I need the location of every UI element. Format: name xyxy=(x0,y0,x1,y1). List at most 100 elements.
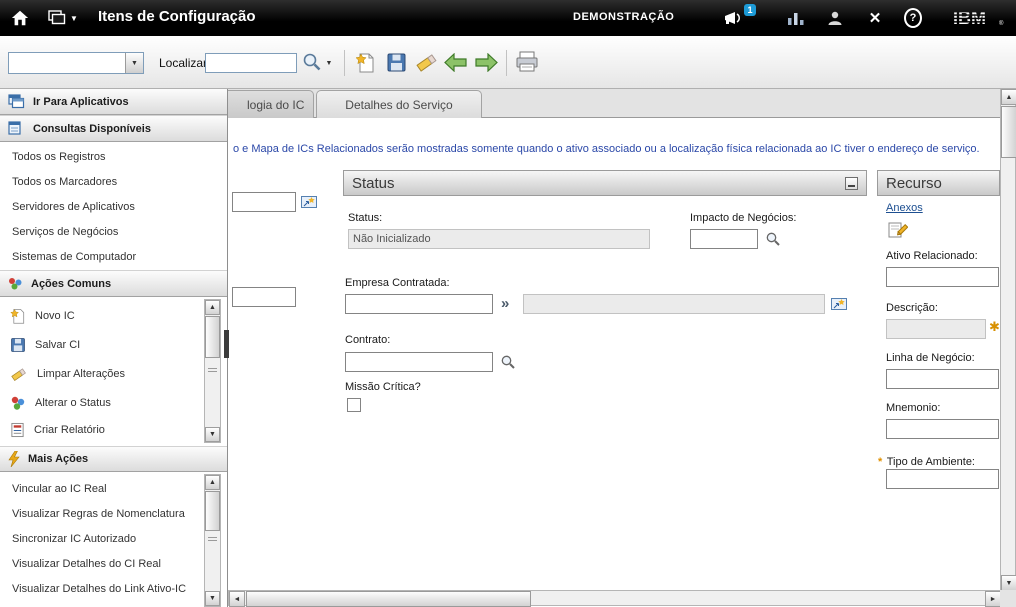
contract-label: Contrato: xyxy=(345,334,390,346)
sidebar-action-visualizar-regras[interactable]: Visualizar Regras de Nomenclatura xyxy=(0,501,216,526)
ci-hidden-field-1[interactable] xyxy=(232,192,296,212)
common-actions-scrollbar[interactable]: ▲ ▼ xyxy=(204,299,221,443)
horizontal-scrollbar[interactable]: ◄ ► xyxy=(228,590,1000,606)
common-actions-icon xyxy=(8,276,23,291)
search-dropdown-icon[interactable]: ▼ xyxy=(324,58,334,68)
home-icon[interactable] xyxy=(10,9,30,27)
toolbar-separator xyxy=(344,50,345,76)
sidebar-item-servicos-de-negocios[interactable]: Serviços de Negócios xyxy=(0,219,239,244)
more-actions-scrollbar[interactable]: ▲ ▼ xyxy=(204,474,221,607)
contracted-company-input[interactable] xyxy=(345,294,493,314)
mission-critical-checkbox[interactable] xyxy=(347,398,361,412)
query-combobox-value xyxy=(9,53,125,73)
vertical-scrollbar[interactable]: ▲ ▼ xyxy=(1000,88,1016,590)
sidebar-splitter-handle[interactable] xyxy=(224,330,229,358)
business-impact-input[interactable] xyxy=(690,229,758,249)
business-line-input[interactable] xyxy=(886,369,999,389)
related-asset-input[interactable] xyxy=(886,267,999,287)
environment-type-row: * Tipo de Ambiente: xyxy=(878,452,975,470)
attachments-link[interactable]: Anexos xyxy=(886,202,923,214)
go-to-icon[interactable]: » xyxy=(501,296,509,311)
sidebar-section-more-actions[interactable]: Mais Ações xyxy=(0,446,227,472)
next-record-icon[interactable] xyxy=(474,51,499,73)
clear-changes-icon[interactable] xyxy=(414,50,440,74)
sidebar-action-criar-relatorio[interactable]: Criar Relatório xyxy=(0,417,214,443)
sidebar-section-go-to[interactable]: Ir Para Aplicativos xyxy=(0,88,227,115)
attachments-icon[interactable] xyxy=(888,220,908,239)
scroll-down-icon[interactable]: ▼ xyxy=(205,427,220,442)
new-record-icon[interactable] xyxy=(353,50,377,74)
find-input[interactable] xyxy=(205,53,297,73)
long-description-icon[interactable]: ✱ xyxy=(989,320,1000,333)
scroll-thumb[interactable] xyxy=(205,491,220,531)
sidebar-action-sincronizar-ic[interactable]: Sincronizar IC Autorizado xyxy=(0,526,216,551)
sidebar-action-detalhes-ci-real[interactable]: Visualizar Detalhes do CI Real xyxy=(0,551,216,576)
scroll-up-icon[interactable]: ▲ xyxy=(205,300,220,315)
sidebar-item-sistemas-de-computador[interactable]: Sistemas de Computador xyxy=(0,244,239,269)
sidebar-menu: Ir Para Aplicativos Consultas Disponívei… xyxy=(0,88,228,607)
sidebar-item-label: Todos os Marcadores xyxy=(12,176,117,188)
query-combobox[interactable]: ▼ xyxy=(8,52,144,74)
help-icon[interactable]: ? xyxy=(904,9,922,27)
profile-icon[interactable] xyxy=(826,9,844,27)
scroll-down-icon[interactable]: ▼ xyxy=(205,591,220,606)
sidebar-action-limpar-alteracoes[interactable]: Limpar Alterações xyxy=(0,359,214,388)
sidebar-section-queries[interactable]: Consultas Disponíveis xyxy=(0,115,227,142)
search-icon[interactable] xyxy=(301,51,323,73)
sidebar-item-todos-os-registros[interactable]: Todos os Registros xyxy=(0,144,239,169)
scroll-left-icon[interactable]: ◄ xyxy=(229,591,245,607)
resource-section-header: Recurso xyxy=(877,170,1000,196)
sidebar-action-label: Limpar Alterações xyxy=(37,368,125,380)
sidebar-item-todos-os-marcadores[interactable]: Todos os Marcadores xyxy=(0,169,239,194)
sidebar-action-label: Visualizar Regras de Nomenclatura xyxy=(12,508,185,520)
sidebar-section-title: Mais Ações xyxy=(28,453,88,465)
sidebar-section-common-actions[interactable]: Ações Comuns xyxy=(0,270,227,297)
scroll-down-icon[interactable]: ▼ xyxy=(1001,575,1016,591)
sidebar-action-novo-ic[interactable]: Novo IC xyxy=(0,301,214,330)
sidebar-action-vincular-ao-ic-real[interactable]: Vincular ao IC Real xyxy=(0,476,216,501)
lookup-icon[interactable] xyxy=(499,353,516,370)
scroll-right-icon[interactable]: ► xyxy=(985,591,1001,607)
tab-service-details[interactable]: Detalhes do Serviço xyxy=(316,90,482,118)
applications-icon xyxy=(8,94,25,109)
sign-out-icon[interactable]: ✕ xyxy=(866,9,884,27)
bulletin-board-icon[interactable] xyxy=(722,9,746,27)
tab-label: Detalhes do Serviço xyxy=(345,98,452,112)
sidebar-action-label: Alterar o Status xyxy=(35,397,111,409)
sidebar-action-salvar-ci[interactable]: Salvar CI xyxy=(0,330,214,359)
minimize-section-icon[interactable] xyxy=(845,177,858,190)
sidebar-action-detalhes-link-ativo[interactable]: Visualizar Detalhes do Link Ativo-IC xyxy=(0,576,216,601)
detail-menu-icon[interactable] xyxy=(830,295,847,312)
new-record-icon xyxy=(10,308,26,324)
ci-hidden-field-2[interactable] xyxy=(232,287,296,307)
scroll-thumb[interactable] xyxy=(205,316,220,358)
contract-input[interactable] xyxy=(345,352,493,372)
go-to-menu-icon[interactable]: ▼ xyxy=(46,9,80,27)
print-icon[interactable] xyxy=(514,50,540,74)
top-bar: ▼ Itens de Configuração DEMONSTRAÇÃO 1 ✕… xyxy=(0,0,1016,36)
previous-record-icon[interactable] xyxy=(443,51,468,73)
required-marker: * xyxy=(878,456,882,468)
vertical-scroll-thumb[interactable] xyxy=(1001,106,1016,158)
reports-icon[interactable] xyxy=(786,10,806,26)
sidebar-section-title: Ações Comuns xyxy=(31,278,111,290)
lookup-icon[interactable] xyxy=(764,230,781,247)
sidebar-item-servidores-de-aplicativos[interactable]: Servidores de Aplicativos xyxy=(0,194,239,219)
business-impact-label: Impacto de Negócios: xyxy=(690,212,796,224)
sidebar-action-label: Salvar CI xyxy=(35,339,80,351)
combobox-dropdown-icon[interactable]: ▼ xyxy=(125,53,143,73)
scroll-up-icon[interactable]: ▲ xyxy=(1001,89,1016,105)
scroll-up-icon[interactable]: ▲ xyxy=(205,475,220,490)
save-icon[interactable] xyxy=(384,50,408,74)
environment-type-input[interactable] xyxy=(886,469,999,489)
status-section-title: Status xyxy=(344,171,866,192)
application-window: ▼ Itens de Configuração DEMONSTRAÇÃO 1 ✕… xyxy=(0,0,1016,607)
description-field xyxy=(886,319,986,339)
sidebar-action-alterar-o-status[interactable]: Alterar o Status xyxy=(0,388,214,417)
mnemonic-input[interactable] xyxy=(886,419,999,439)
scroll-track-mark xyxy=(208,371,217,372)
detail-menu-icon[interactable] xyxy=(300,193,317,210)
queries-icon xyxy=(8,121,25,136)
horizontal-scroll-thumb[interactable] xyxy=(246,591,531,607)
tab-label: logia do IC xyxy=(247,98,304,112)
